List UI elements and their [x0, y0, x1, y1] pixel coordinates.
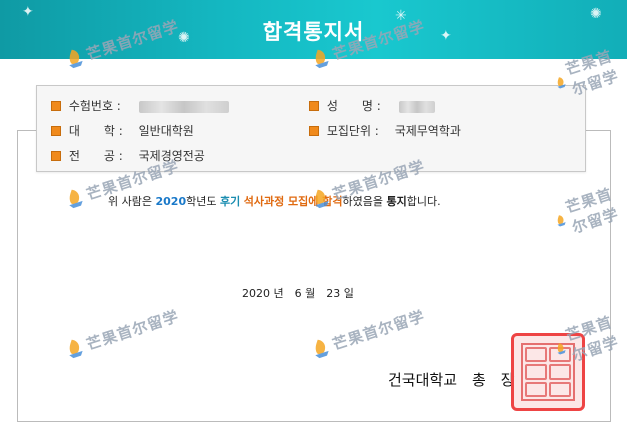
exam-number-row: 수험번호 :: [51, 97, 229, 114]
acceptance-notice: 위 사람은 2020학년도 후기 석사과정 모집에 합격하였음을 통지합니다.: [108, 193, 441, 209]
notice-term: 후기: [219, 195, 241, 208]
notice-year: 2020: [155, 195, 187, 208]
bullet-icon: [309, 125, 319, 136]
major-label: 전 공 :: [68, 149, 123, 163]
college-label: 대 학 :: [68, 124, 123, 138]
bullet-icon: [51, 100, 61, 111]
applicant-info-box: 수험번호 : 성 명 : 대 학 : 일반대학원 모집단위 : 국제무역학과 전…: [36, 85, 586, 172]
college-row: 대 학 : 일반대학원: [51, 122, 194, 139]
major-row: 전 공 : 국제경영전공: [51, 147, 205, 164]
name-redacted: [398, 100, 435, 113]
notice-text: 학년도: [186, 195, 220, 208]
bullet-icon: [309, 100, 319, 111]
mango-logo-icon: [69, 49, 83, 69]
notice-notify: 통지: [386, 195, 407, 208]
exam-number-label: 수험번호 :: [68, 99, 121, 113]
issue-date: 2020 년 6 월 23 일: [242, 287, 354, 300]
unit-value: 국제무역학과: [394, 124, 461, 138]
unit-label: 모집단위 :: [326, 124, 379, 138]
name-row: 성 명 :: [309, 97, 435, 114]
notice-text: 위 사람은: [108, 195, 156, 208]
name-label: 성 명 :: [326, 99, 381, 113]
mango-logo-icon: [315, 49, 329, 69]
college-value: 일반대학원: [138, 124, 194, 138]
notice-text: 합니다.: [406, 195, 441, 208]
exam-number-redacted: [138, 100, 229, 113]
bullet-icon: [51, 150, 61, 161]
bullet-icon: [51, 125, 61, 136]
unit-row: 모집단위 : 국제무역학과: [309, 122, 461, 139]
signature-line: 건국대학교 총 장: [388, 371, 515, 389]
